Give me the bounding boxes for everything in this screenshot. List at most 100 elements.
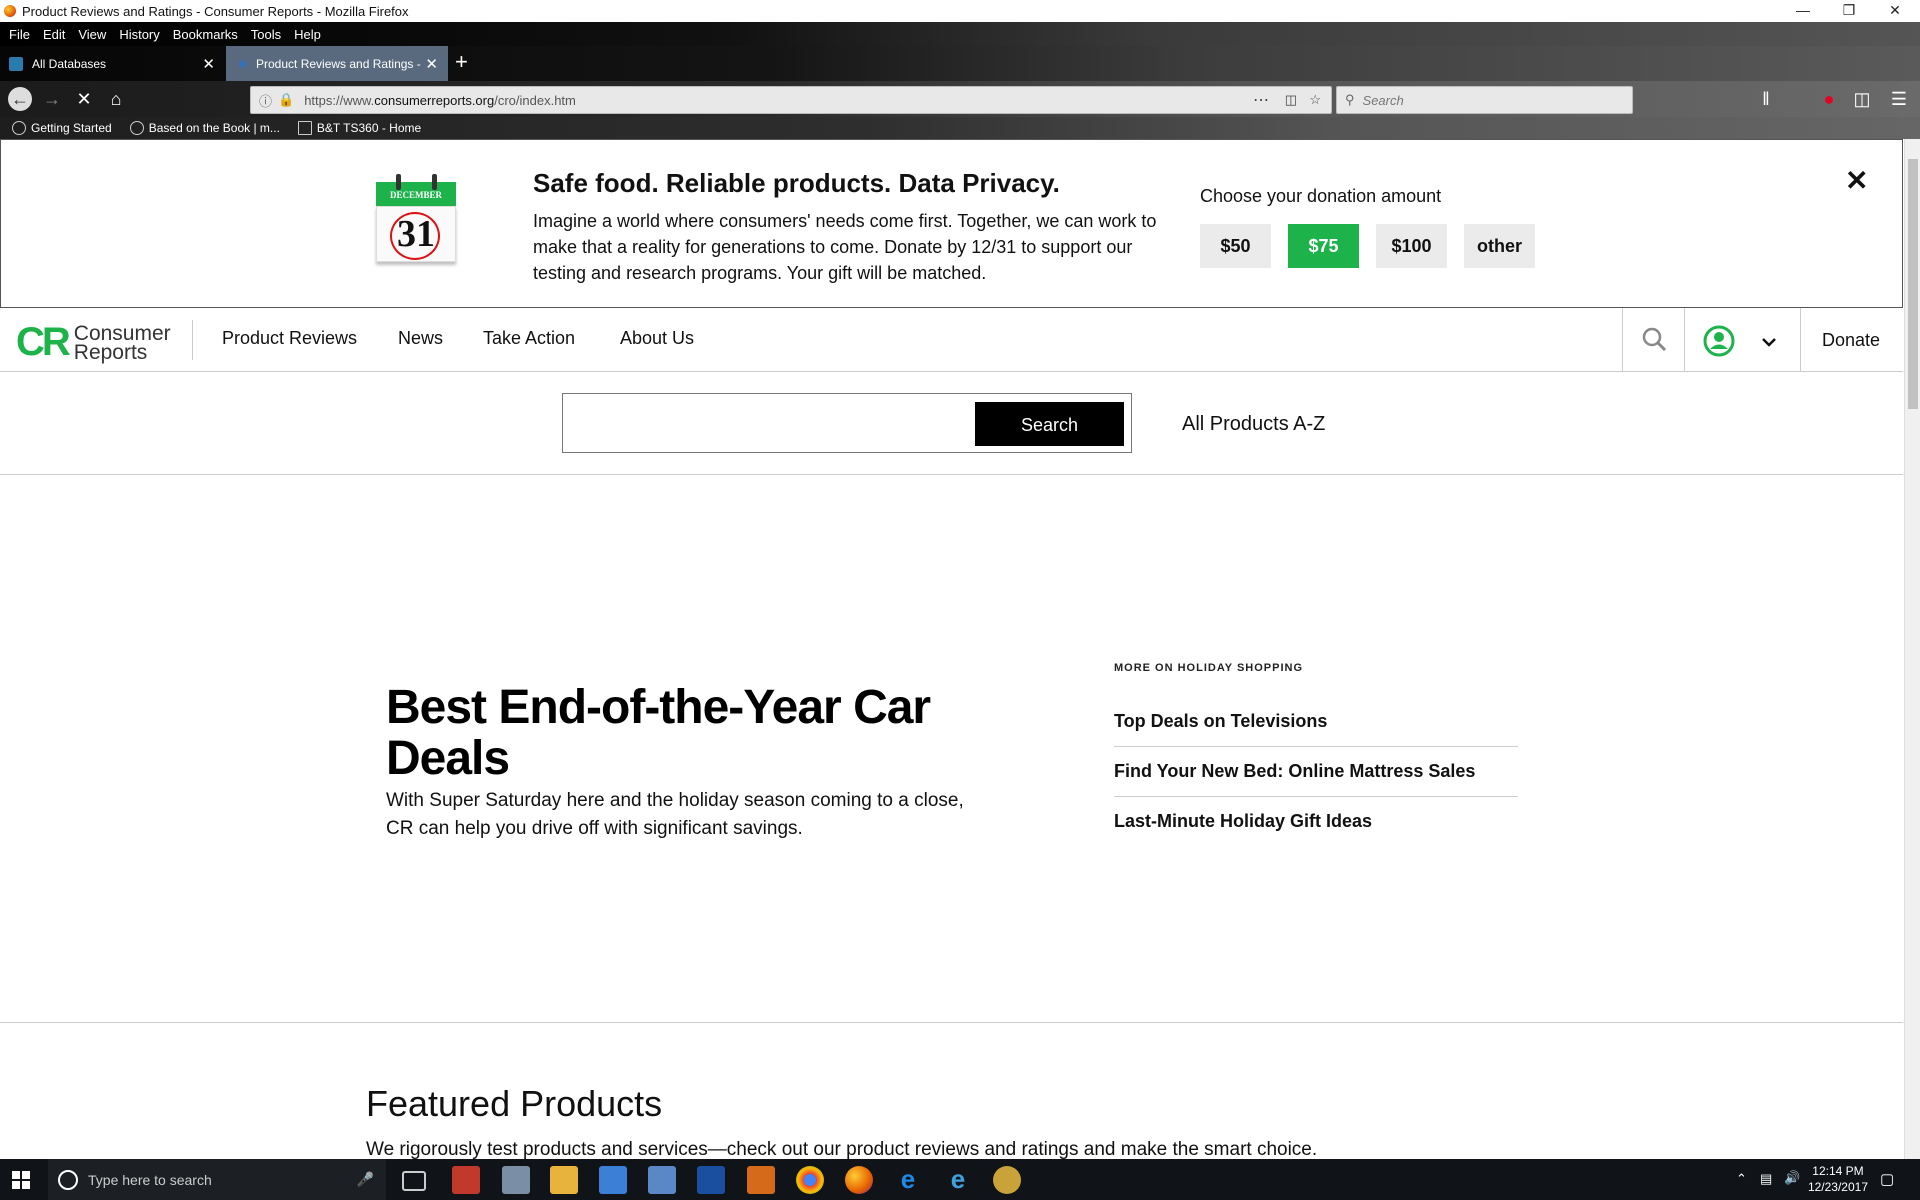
more-link-televisions[interactable]: Top Deals on Televisions — [1114, 696, 1518, 747]
menu-tools[interactable]: Tools — [251, 27, 281, 42]
user-icon — [1703, 325, 1776, 357]
window-title: Product Reviews and Ratings - Consumer R… — [22, 3, 409, 19]
taskbar-clock[interactable]: 12:14 PM 12/23/2017 — [1808, 1163, 1868, 1195]
url-bar[interactable]: ⓘ 🔒 https://www. consumerreports.org/cro/… — [250, 86, 1332, 114]
section-divider — [0, 1022, 1903, 1023]
firefox-taskbar-icon[interactable] — [845, 1166, 873, 1194]
donate-50-button[interactable]: $50 — [1200, 224, 1271, 268]
nav-search-button[interactable] — [1622, 308, 1685, 371]
logo-letters: CR — [16, 320, 71, 364]
page-scrollbar[interactable] — [1904, 139, 1920, 1159]
new-tab-icon[interactable]: + — [455, 49, 468, 75]
home-icon[interactable]: ⌂ — [104, 87, 128, 111]
calendar-icon: DECEMBER 31 — [376, 172, 456, 264]
bookmark-getting-started[interactable]: Getting Started — [12, 121, 112, 135]
menu-file[interactable]: File — [9, 27, 30, 42]
donate-100-button[interactable]: $100 — [1376, 224, 1447, 268]
nav-about-us[interactable]: About Us — [620, 328, 694, 349]
all-products-az-link[interactable]: All Products A-Z — [1182, 413, 1325, 436]
hero-title[interactable]: Best End-of-the-Year Car Deals — [386, 682, 1006, 784]
bookmark-bt-ts360[interactable]: B&T TS360 - Home — [297, 121, 421, 135]
nav-news[interactable]: News — [398, 328, 443, 349]
tab-product-reviews[interactable]: Product Reviews and Ratings - ✕ — [226, 46, 448, 81]
nav-take-action[interactable]: Take Action — [483, 328, 575, 349]
tab-all-databases[interactable]: All Databases ✕ — [0, 46, 225, 81]
app-paint-icon[interactable] — [502, 1166, 530, 1194]
menu-history[interactable]: History — [119, 27, 159, 42]
nav-donate-link[interactable]: Donate — [1822, 330, 1880, 351]
donate-75-button[interactable]: $75 — [1288, 224, 1359, 268]
account-menu[interactable] — [1685, 308, 1801, 371]
sidebar-icon[interactable]: ◫ — [1850, 87, 1874, 111]
app-vnc-icon[interactable] — [452, 1166, 480, 1194]
windows-start-icon[interactable] — [12, 1171, 30, 1189]
donate-other-button[interactable]: other — [1464, 224, 1535, 268]
more-link-gift-ideas[interactable]: Last-Minute Holiday Gift Ideas — [1114, 796, 1518, 846]
pinterest-icon[interactable]: ● — [1817, 87, 1841, 111]
app-phone-icon[interactable] — [697, 1166, 725, 1194]
bookmark-based-on-book[interactable]: Based on the Book | m... — [129, 121, 280, 135]
featured-products-description: We rigorously test products and services… — [366, 1139, 1318, 1159]
site-search-button[interactable]: Search — [975, 402, 1124, 446]
edge-icon[interactable]: e — [894, 1166, 922, 1194]
url-path: /cro/index.htm — [494, 92, 576, 108]
featured-products-title: Featured Products — [366, 1083, 663, 1124]
browser-search-placeholder: Search — [1362, 92, 1404, 108]
close-tab-icon[interactable]: ✕ — [425, 55, 438, 73]
cortana-icon — [58, 1169, 78, 1190]
hero-description: With Super Saturday here and the holiday… — [386, 790, 964, 839]
app-network-icon[interactable] — [648, 1166, 676, 1194]
stop-loading-icon[interactable]: ✕ — [72, 87, 96, 111]
calendar-day: 31 — [397, 213, 435, 255]
browser-search-bar[interactable]: ⚲ Search — [1336, 86, 1633, 114]
volume-icon[interactable]: 🔊 — [1784, 1170, 1800, 1186]
consumer-reports-logo[interactable]: CR Consumer Reports — [16, 320, 171, 365]
globe-icon — [129, 121, 144, 135]
library-icon[interactable]: ‖ — [1754, 87, 1778, 111]
scrollbar-thumb[interactable] — [1908, 159, 1918, 409]
chrome-icon[interactable] — [796, 1166, 824, 1194]
url-domain: consumerreports.org — [374, 92, 495, 108]
banner-headline: Safe food. Reliable products. Data Priva… — [533, 168, 1060, 198]
notifications-icon[interactable]: ▢ — [1880, 1170, 1894, 1188]
internet-explorer-icon[interactable]: e — [944, 1166, 972, 1194]
hamburger-menu-icon[interactable]: ☰ — [1887, 87, 1911, 111]
bookmark-star-icon[interactable]: ☆ — [1309, 92, 1321, 108]
menu-edit[interactable]: Edit — [43, 27, 65, 42]
globe-icon — [12, 121, 26, 135]
site-search-row: Search All Products A-Z — [0, 371, 1903, 475]
info-icon[interactable]: ⓘ — [259, 91, 272, 110]
close-tab-icon[interactable]: ✕ — [202, 55, 215, 73]
menu-view[interactable]: View — [78, 27, 106, 42]
app-misc-icon[interactable] — [993, 1166, 1021, 1194]
banner-body: Imagine a world where consumers' needs c… — [533, 211, 1157, 283]
calendar-ring-icon — [396, 174, 401, 190]
restore-button[interactable]: ❐ — [1826, 0, 1872, 22]
taskbar-search-box[interactable]: Type here to search 🎤 — [48, 1159, 386, 1200]
close-window-button[interactable]: ✕ — [1872, 0, 1918, 22]
file-explorer-icon[interactable] — [550, 1166, 578, 1194]
bookmarks-toolbar: Getting Started Based on the Book | m...… — [0, 117, 1920, 139]
forward-arrow-icon[interactable]: → — [40, 87, 64, 111]
microphone-icon[interactable]: 🎤 — [357, 1171, 374, 1188]
back-arrow-icon[interactable]: ← — [8, 87, 32, 111]
nav-product-reviews[interactable]: Product Reviews — [222, 328, 357, 349]
tray-chevron-icon[interactable]: ⌃ — [1736, 1171, 1747, 1187]
app-store-icon[interactable] — [599, 1166, 627, 1194]
donation-banner: DECEMBER 31 Safe food. Reliable products… — [0, 139, 1903, 308]
outlook-icon[interactable] — [747, 1166, 775, 1194]
windows-taskbar: Type here to search 🎤 e e ⌃ ▤ 🔊 12:14 PM… — [0, 1159, 1920, 1200]
page-viewport: DECEMBER 31 Safe food. Reliable products… — [0, 139, 1904, 1159]
minimize-button[interactable]: — — [1780, 0, 1826, 22]
network-icon[interactable]: ▤ — [1760, 1171, 1772, 1187]
menu-help[interactable]: Help — [294, 27, 321, 42]
bookmark-label: Getting Started — [31, 121, 112, 135]
bookmark-label: Based on the Book | m... — [148, 121, 280, 135]
nav-divider — [192, 320, 193, 360]
more-link-mattress[interactable]: Find Your New Bed: Online Mattress Sales — [1114, 746, 1518, 797]
close-banner-icon[interactable]: ✕ — [1845, 164, 1868, 197]
task-view-icon[interactable] — [402, 1171, 426, 1191]
pocket-icon[interactable]: ◫ — [1285, 92, 1297, 108]
menu-bookmarks[interactable]: Bookmarks — [173, 27, 238, 42]
page-actions-icon[interactable]: ⋯ — [1253, 90, 1269, 110]
